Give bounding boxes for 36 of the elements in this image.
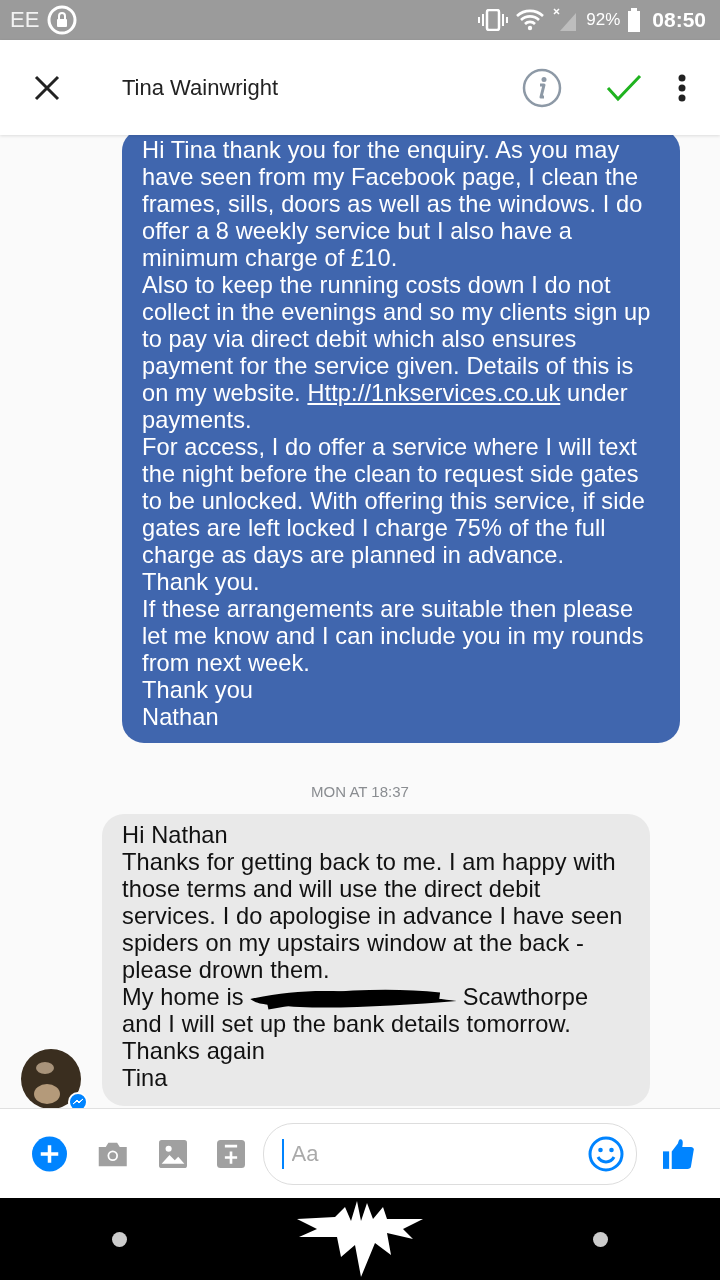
message-text: Hi Tina thank you for the enquiry. As you may have seen from my Facebook page, I clean the frames, sills, doors as well as the windows. I do offer a 8 weekly service but I also have a minimum charge of £10.	[142, 137, 644, 272]
checkmark-icon[interactable]	[606, 73, 642, 102]
battery-icon	[628, 8, 641, 32]
thumbs-up-icon[interactable]	[662, 1136, 694, 1171]
message-text: Thank you	[142, 677, 255, 704]
website-link[interactable]: Http://1nkservices.co.uk	[307, 380, 561, 406]
battery-percent: 92%	[586, 10, 621, 30]
image-icon[interactable]	[158, 1137, 187, 1170]
message-composer-field[interactable]: Aa	[262, 1122, 637, 1185]
lock-icon	[47, 5, 78, 35]
recent-apps-button[interactable]	[593, 1231, 608, 1247]
message-input-field[interactable]: Aa	[289, 1139, 582, 1168]
clock: 08:50	[652, 8, 706, 32]
avatar	[20, 1048, 82, 1108]
sticker-icon[interactable]	[216, 1137, 245, 1170]
signal-icon	[552, 8, 579, 32]
message-text: Thanks again	[122, 1038, 266, 1065]
message-text: Hi Nathan	[122, 822, 229, 849]
message-text: Tina	[122, 1065, 169, 1092]
close-icon[interactable]	[34, 74, 60, 101]
carrier-name: EE	[10, 7, 40, 33]
timestamp: MON AT 18:37	[310, 783, 410, 800]
message-text: My home is Scawthorpe and I will set up the bank details tomorrow.	[122, 984, 590, 1038]
contact-name: Tina Wainwright	[122, 74, 280, 101]
emoji-icon[interactable]	[587, 1135, 624, 1172]
message-text: Thanks for getting back to me. I am happy with those terms and will use the direct debit services. I do apologise in advance I have seen spiders on my upstairs window at the back - please drown them.	[122, 849, 624, 984]
message-text: If these arrangements are suitable then please let me know and I can include you in my rounds from next week.	[142, 596, 645, 677]
info-icon[interactable]	[522, 67, 562, 108]
back-button[interactable]	[112, 1231, 127, 1247]
wifi-icon	[516, 9, 545, 31]
more-options-icon[interactable]	[678, 73, 686, 102]
message-text: Nathan	[142, 704, 220, 731]
message-text: Thank you.	[142, 569, 261, 596]
message-text: Also to keep the running costs down I do not collect in the evenings and so my clients sign up to pay via direct debit which also ensures payment for the service given. Details of this is on my website. Http://1nkservices.co.uk under payments.	[142, 272, 652, 434]
message-text: For access, I do offer a service where I will text the night before the clean to request side gates to be unlocked. With offering this service, if side gates are left locked I charge 75% of the full charge as days are planned in advance.	[142, 434, 646, 569]
vibrate-icon	[478, 9, 509, 31]
